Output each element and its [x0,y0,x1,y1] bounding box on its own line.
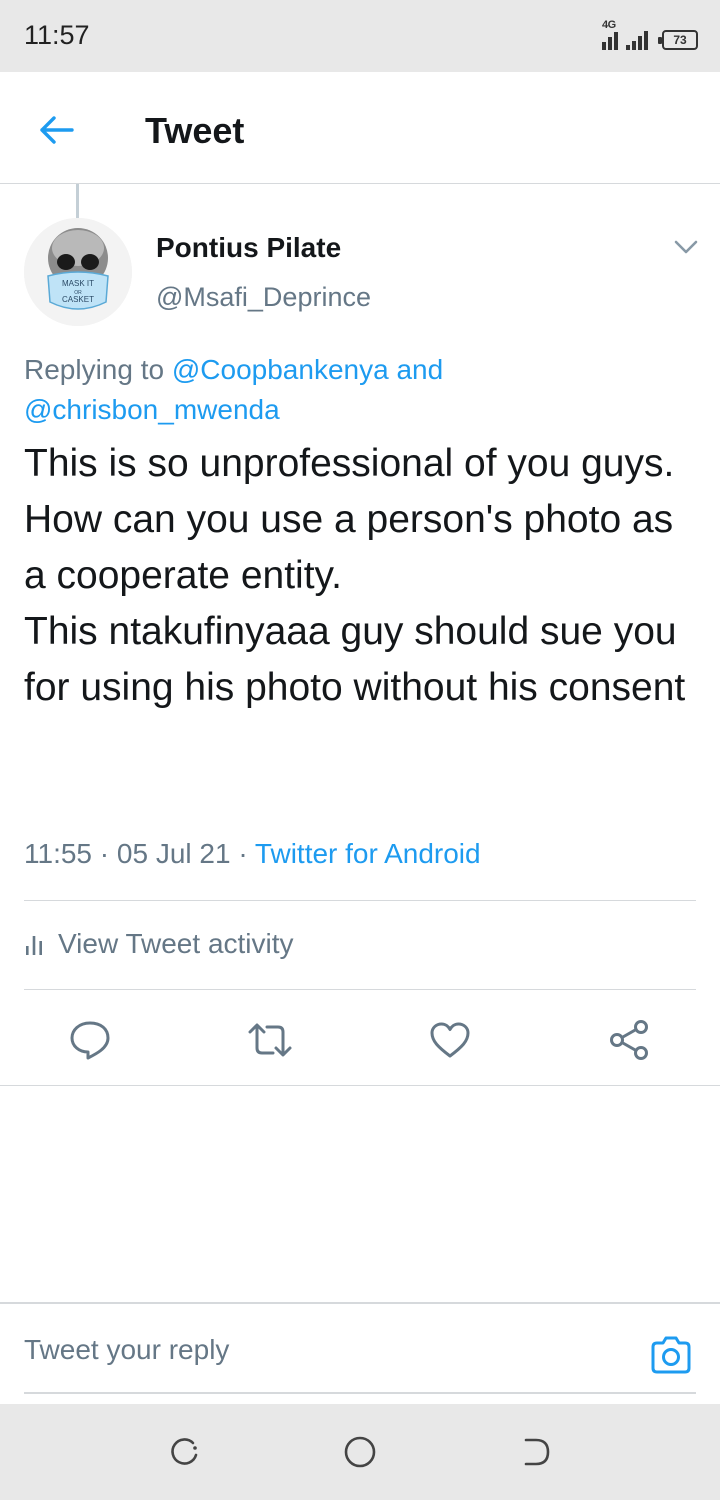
retweet-icon [248,1023,292,1057]
home-icon [344,1436,376,1468]
avatar-mask-text-bottom: CASKET [62,295,94,304]
page-title: Tweet [145,110,245,151]
reply-composer: Tweet your reply [0,1302,720,1402]
status-bar: 11:57 4G 73 [0,0,720,72]
tweet-time: 11:55 [24,838,92,869]
mention-link[interactable]: @Coopbankenya [172,354,389,385]
replying-to-conjunction[interactable]: and [396,354,443,385]
tweet-source-link[interactable]: Twitter for Android [255,838,481,869]
reply-input[interactable]: Tweet your reply [24,1334,229,1366]
replying-to: Replying to @Coopbankenya and @chrisbon_… [24,350,684,430]
arrow-left-icon [40,116,74,144]
like-button[interactable] [423,1016,477,1064]
chevron-down-icon [674,240,698,254]
reply-button[interactable] [63,1016,117,1064]
view-tweet-activity-label: View Tweet activity [58,928,294,959]
back-button[interactable] [32,108,80,152]
reply-input-underline [24,1392,696,1394]
mention-link[interactable]: @chrisbon_mwenda [24,394,280,425]
divider [0,1085,720,1086]
avatar-mask-text-top: MASK IT [62,279,94,288]
camera-icon [651,1336,691,1374]
tweet-date: 05 Jul 21 [116,838,231,869]
back-nav-icon [524,1438,550,1466]
retweet-button[interactable] [243,1016,297,1064]
mobile-data-signal-icon: 4G [602,19,618,50]
author-display-name[interactable]: Pontius Pilate [156,232,341,264]
tweet-text-line: This ntakufinyaaa guy should sue you for… [24,610,686,709]
tweet-text-line: How can you use a person's photo as a co… [24,498,674,597]
camera-button[interactable] [648,1332,694,1378]
recent-apps-icon [171,1438,198,1465]
cell-signal-icon [626,28,648,50]
skull-mask-avatar-image: MASK IT OR CASKET [24,218,132,326]
system-navigation-bar [0,1404,720,1500]
divider [24,989,696,990]
view-tweet-activity-button[interactable]: View Tweet activity [24,928,294,960]
divider [24,900,696,901]
avatar[interactable]: MASK IT OR CASKET [24,218,132,326]
status-time: 11:57 [24,20,90,50]
reply-icon [70,1021,110,1060]
app-header: Tweet [0,72,720,184]
tweet-meta: 11:55 · 05 Jul 21 · Twitter for Android [24,838,481,870]
meta-separator: · [238,838,255,869]
network-type-label: 4G [602,19,616,31]
tweet-text-line: This is so unprofessional of you guys. [24,442,675,485]
author-handle[interactable]: @Msafi_Deprince [156,282,371,313]
battery-icon: 73 [658,30,698,50]
share-button[interactable] [603,1016,657,1064]
replying-to-prefix: Replying to [24,354,165,385]
heart-icon [430,1022,470,1058]
meta-separator: · [99,838,117,869]
home-button[interactable] [340,1432,380,1472]
more-options-button[interactable] [668,232,704,262]
status-icons: 4G 73 [602,19,698,50]
thread-connector-line [76,184,79,218]
battery-level: 73 [673,33,687,47]
tweet-actions [0,1000,720,1084]
tweet-text: This is so unprofessional of you guys. H… [24,436,704,716]
recent-apps-button[interactable] [164,1432,204,1472]
back-nav-button[interactable] [516,1432,556,1472]
bar-chart-icon [26,936,42,955]
share-icon [610,1020,648,1060]
